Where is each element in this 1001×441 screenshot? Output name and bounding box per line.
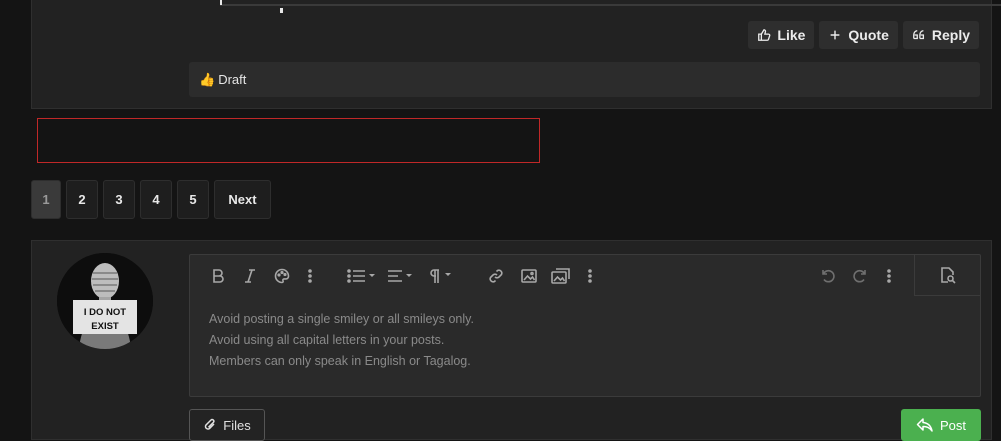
page-4[interactable]: 4 [140, 180, 172, 219]
like-label: Like [777, 27, 806, 43]
plus-icon [831, 30, 840, 40]
media-icon [551, 268, 570, 284]
list-icon [347, 269, 375, 283]
quote-marks-icon [912, 29, 924, 40]
list-button[interactable] [347, 266, 377, 286]
bold-icon [213, 269, 224, 283]
undo-button[interactable] [819, 266, 837, 286]
ad-placeholder [37, 118, 540, 163]
color-button[interactable] [273, 266, 291, 286]
reaction-bar[interactable]: 👍 Draft [189, 62, 980, 97]
reply-button[interactable]: Reply [902, 21, 979, 49]
link-button[interactable] [487, 266, 505, 286]
preview-icon [941, 266, 956, 284]
avatar[interactable]: I DO NOT EXIST [57, 253, 153, 349]
placeholder-line: Members can only speak in English or Tag… [209, 354, 471, 368]
italic-button[interactable] [242, 266, 258, 286]
image-icon [521, 269, 537, 283]
palette-icon [274, 268, 290, 284]
page-2[interactable]: 2 [66, 180, 98, 219]
more-icon [308, 269, 312, 283]
pagination: 1 2 3 4 5 Next [31, 180, 271, 219]
insert-media-button[interactable] [550, 266, 572, 286]
align-icon [388, 270, 412, 282]
bold-button[interactable] [209, 266, 227, 286]
page-1[interactable]: 1 [31, 180, 61, 219]
redo-button[interactable] [851, 266, 869, 286]
align-button[interactable] [387, 266, 417, 286]
quote-button[interactable]: Quote [819, 21, 898, 49]
more-icon [887, 269, 891, 283]
link-icon [489, 269, 503, 283]
placeholder-line: Avoid posting a single smiley or all smi… [209, 312, 474, 326]
like-button[interactable]: Like [748, 21, 815, 49]
message-editor[interactable]: Avoid posting a single smiley or all smi… [189, 254, 981, 397]
quick-reply: I DO NOT EXIST Avoid posting a single sm… [31, 240, 992, 441]
italic-icon [245, 269, 255, 283]
editor-placeholder: Avoid posting a single smiley or all smi… [209, 309, 474, 372]
post-actions: Like Quote Reply [748, 21, 979, 49]
more-icon [588, 269, 592, 283]
attach-files-button[interactable]: Files [189, 409, 265, 441]
avatar-image: I DO NOT EXIST [57, 253, 153, 349]
previous-post: Like Quote Reply 👍 Draft [31, 0, 1001, 109]
page-5[interactable]: 5 [177, 180, 209, 219]
quote-label: Quote [848, 27, 889, 43]
paragraph-icon [430, 269, 451, 283]
avatar-sign-line-1: I DO NOT [84, 307, 126, 318]
more-history-options-button[interactable] [885, 266, 893, 286]
undo-icon [822, 269, 835, 283]
reply-arrow-icon [916, 418, 933, 432]
reaction-emoji-icon: 👍 [199, 71, 216, 87]
post-label: Post [939, 417, 966, 433]
thumbs-up-icon [758, 29, 771, 41]
reaction-user[interactable]: Draft [218, 72, 246, 87]
text-fragment [220, 0, 222, 5]
insert-image-button[interactable] [520, 266, 538, 286]
next-page-button[interactable]: Next [214, 180, 271, 219]
files-label: Files [223, 417, 251, 433]
avatar-sign-line-2: EXIST [91, 321, 119, 332]
redo-icon [853, 269, 866, 283]
post-content-tail [220, 0, 1001, 13]
text-fragment [280, 8, 283, 13]
page-3[interactable]: 3 [103, 180, 135, 219]
more-insert-options-button[interactable] [586, 266, 594, 286]
placeholder-line: Avoid using all capital letters in your … [209, 333, 445, 347]
paragraph-button[interactable] [428, 266, 458, 286]
preview-button[interactable] [914, 254, 981, 296]
post-reply-button[interactable]: Post [901, 409, 981, 441]
more-text-options-button[interactable] [306, 266, 314, 286]
paperclip-icon [205, 418, 215, 430]
reply-label: Reply [931, 27, 970, 43]
editor-toolbar [190, 254, 981, 297]
